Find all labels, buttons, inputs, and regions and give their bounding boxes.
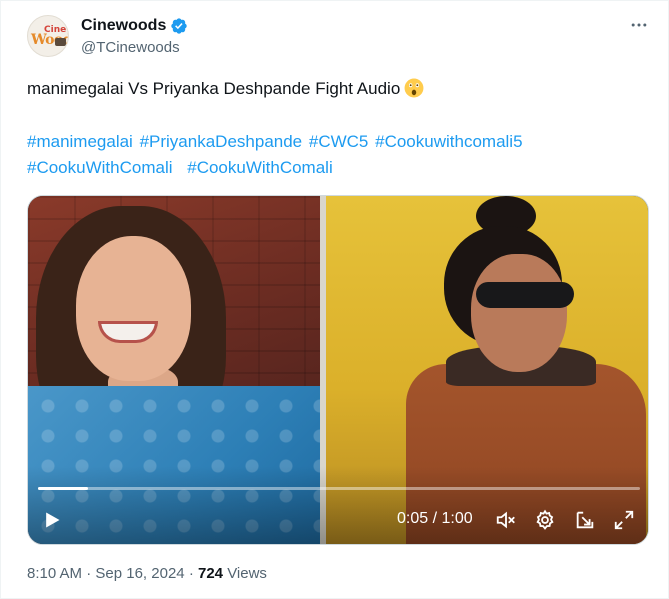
tweet-text-content: manimegalai Vs Priyanka Deshpande Fight … bbox=[27, 79, 401, 98]
tweet-meta: 8:10 AM · Sep 16, 2024 · 724 Views bbox=[27, 565, 267, 582]
author-handle[interactable]: @TCinewoods bbox=[81, 39, 180, 56]
more-icon[interactable] bbox=[626, 15, 652, 35]
hashtag-list: #manimegalai #PriyankaDeshpande #CWC5 #C… bbox=[27, 129, 637, 181]
video-time-display: 0:05 / 1:00 bbox=[397, 510, 473, 527]
meta-separator: · bbox=[188, 565, 194, 582]
fullscreen-icon[interactable] bbox=[612, 508, 636, 532]
dock-icon[interactable] bbox=[573, 508, 597, 532]
video-progress-fill bbox=[38, 487, 88, 490]
verified-badge-icon bbox=[171, 18, 188, 34]
hashtag-link[interactable]: #Cookuwithcomali5 bbox=[375, 132, 522, 151]
astonished-face-icon bbox=[404, 78, 424, 98]
tweet-date[interactable]: Sep 16, 2024 bbox=[95, 565, 184, 582]
meta-separator: · bbox=[86, 565, 92, 582]
figure-face bbox=[76, 236, 191, 381]
video-progress-bar[interactable] bbox=[38, 487, 640, 490]
views-label: Views bbox=[227, 565, 267, 582]
views-count: 724 bbox=[197, 565, 224, 582]
mute-icon[interactable] bbox=[494, 508, 518, 532]
avatar-camera-graphic bbox=[55, 38, 66, 46]
hashtag-link[interactable]: #CookuWithComali bbox=[27, 158, 173, 177]
video-player[interactable]: 0:05 / 1:00 bbox=[27, 195, 649, 545]
tweet-card: Cine Wood Cinewoods @TCinewoods manimega… bbox=[0, 0, 669, 599]
hashtag-link[interactable]: #manimegalai bbox=[27, 132, 133, 151]
controls-overlay bbox=[28, 466, 648, 544]
hashtag-link[interactable]: #CookuWithComali bbox=[187, 158, 333, 177]
play-icon[interactable] bbox=[40, 508, 64, 532]
author-display-name[interactable]: Cinewoods bbox=[81, 17, 166, 35]
hashtag-link[interactable]: #PriyankaDeshpande bbox=[140, 132, 303, 151]
tweet-time[interactable]: 8:10 AM bbox=[27, 565, 82, 582]
tweet-text: manimegalai Vs Priyanka Deshpande Fight … bbox=[27, 77, 637, 101]
author-name-row: Cinewoods bbox=[81, 17, 188, 35]
avatar[interactable]: Cine Wood bbox=[27, 15, 69, 57]
figure-face bbox=[471, 254, 567, 372]
figure-sunglasses bbox=[476, 282, 574, 308]
settings-icon[interactable] bbox=[533, 508, 557, 532]
hashtag-link[interactable]: #CWC5 bbox=[309, 132, 369, 151]
